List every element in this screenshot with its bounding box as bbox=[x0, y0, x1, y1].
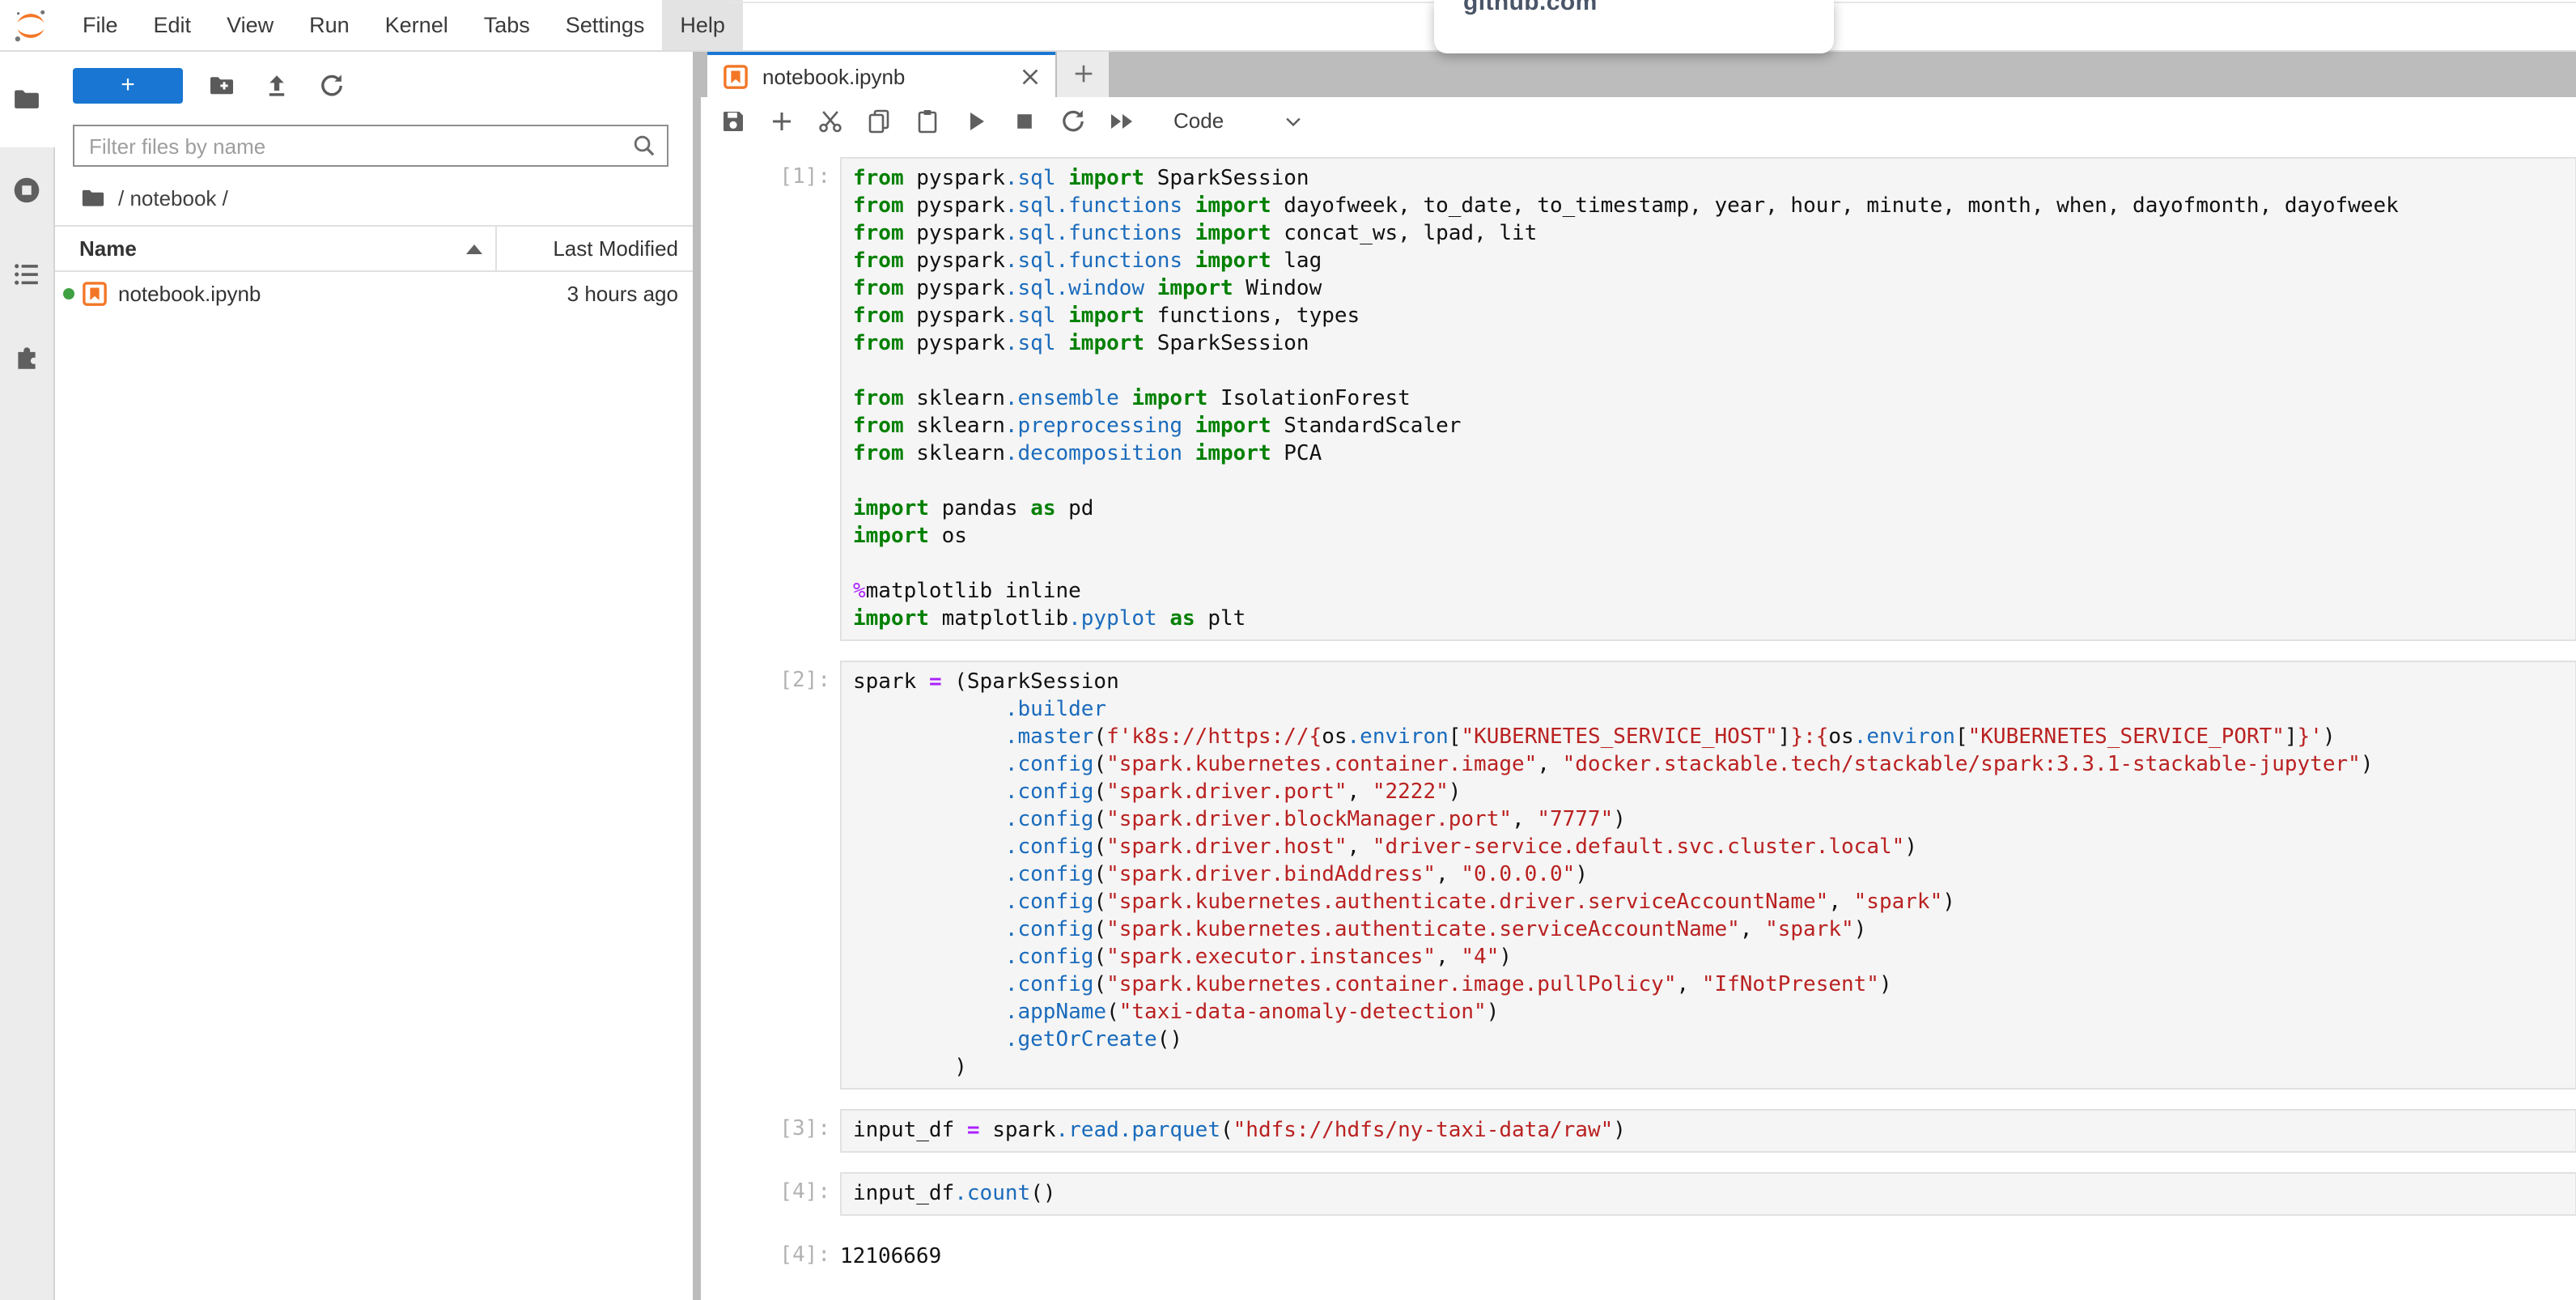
plus-icon bbox=[1071, 62, 1095, 86]
breadcrumb-path: / notebook / bbox=[118, 185, 228, 210]
search-icon bbox=[631, 133, 657, 159]
code-cell-2: [2]:spark = (SparkSession .builder .mast… bbox=[701, 661, 2576, 1090]
scissors-icon bbox=[817, 108, 843, 134]
activity-sidebar bbox=[0, 50, 55, 1300]
cell-editor[interactable]: spark = (SparkSession .builder .master(f… bbox=[840, 661, 2576, 1090]
column-header-last-modified[interactable]: Last Modified bbox=[497, 236, 693, 261]
insert-cell-button[interactable] bbox=[769, 108, 795, 134]
sidebar-tab-file-browser[interactable] bbox=[0, 50, 55, 147]
file-row-notebook[interactable]: notebook.ipynb 3 hours ago bbox=[55, 272, 693, 314]
panel-splitter[interactable] bbox=[693, 50, 701, 1300]
tab-label: notebook.ipynb bbox=[762, 64, 1018, 88]
chevron-down-icon bbox=[1282, 109, 1305, 132]
menu-item-run[interactable]: Run bbox=[291, 0, 367, 50]
menu-item-edit[interactable]: Edit bbox=[136, 0, 210, 50]
new-tab-button[interactable] bbox=[1057, 50, 1109, 97]
notebook-toolbar: Code bbox=[701, 97, 2576, 146]
paste-icon bbox=[915, 108, 940, 134]
github-popup-text: github.com bbox=[1463, 0, 1598, 16]
file-list-header: Name Last Modified bbox=[55, 225, 693, 272]
copy-cells-button[interactable] bbox=[866, 108, 892, 134]
output-area: [4]: 12106669 bbox=[701, 1235, 2576, 1271]
notebook-file-icon bbox=[83, 281, 107, 305]
menu-item-settings[interactable]: Settings bbox=[548, 0, 663, 50]
fast-forward-icon bbox=[1109, 108, 1135, 134]
folder-icon bbox=[13, 85, 40, 113]
menu-item-file[interactable]: File bbox=[65, 0, 136, 50]
jupyter-logo-icon bbox=[13, 7, 49, 43]
save-icon bbox=[720, 108, 746, 134]
cut-cells-button[interactable] bbox=[817, 108, 843, 134]
main-dock: notebook.ipynb bbox=[701, 50, 2576, 1300]
github-popup: github.com bbox=[1434, 0, 1834, 53]
extensions-puzzle-icon bbox=[13, 344, 40, 372]
jupyterlab-window: FileEditViewRunKernelTabsSettingsHelp gi… bbox=[0, 0, 2576, 1300]
code-cell-1: [1]:from pyspark.sql import SparkSession… bbox=[701, 157, 2576, 641]
file-browser-toolbar: + bbox=[55, 50, 693, 121]
upload-button[interactable] bbox=[264, 73, 290, 99]
menu-bar: FileEditViewRunKernelTabsSettingsHelp bbox=[0, 0, 2576, 52]
menu-item-view[interactable]: View bbox=[209, 0, 291, 50]
tab-close-icon[interactable] bbox=[1018, 64, 1042, 88]
file-name: notebook.ipynb bbox=[118, 281, 261, 305]
notebook-tab-icon bbox=[724, 64, 748, 88]
table-of-contents-icon bbox=[13, 260, 40, 287]
run-icon bbox=[963, 108, 989, 134]
column-header-name[interactable]: Name bbox=[55, 236, 495, 261]
restart-kernel-button[interactable] bbox=[1060, 108, 1086, 134]
sidebar-tab-extensions[interactable] bbox=[0, 316, 53, 400]
copy-icon bbox=[866, 108, 892, 134]
file-filter bbox=[73, 125, 668, 167]
sidebar-tab-table-of-contents[interactable] bbox=[0, 232, 53, 316]
restart-icon bbox=[1060, 108, 1086, 134]
new-folder-icon bbox=[209, 73, 235, 99]
plus-icon bbox=[769, 108, 795, 134]
menu-items: FileEditViewRunKernelTabsSettingsHelp bbox=[65, 0, 743, 50]
sidebar-tab-running-kernels[interactable] bbox=[0, 147, 53, 232]
file-filter-input[interactable] bbox=[73, 125, 668, 167]
cell-type-dropdown[interactable]: Code bbox=[1173, 108, 1305, 133]
input-prompt: [3]: bbox=[701, 1109, 830, 1153]
new-launcher-button[interactable]: + bbox=[73, 68, 183, 104]
tab-bar: notebook.ipynb bbox=[701, 50, 2576, 97]
refresh-button[interactable] bbox=[319, 73, 345, 99]
breadcrumb[interactable]: / notebook / bbox=[81, 173, 693, 222]
output-prompt: [4]: bbox=[701, 1235, 830, 1271]
input-prompt: [1]: bbox=[701, 157, 830, 641]
column-name-label: Name bbox=[79, 236, 137, 261]
output-text: 12106669 bbox=[840, 1235, 941, 1271]
file-modified: 3 hours ago bbox=[567, 281, 693, 305]
refresh-icon bbox=[319, 73, 345, 99]
menu-item-help[interactable]: Help bbox=[662, 0, 743, 50]
file-browser-panel: + bbox=[55, 50, 693, 1300]
restart-run-all-button[interactable] bbox=[1109, 108, 1135, 134]
home-folder-icon bbox=[81, 185, 105, 210]
menu-item-tabs[interactable]: Tabs bbox=[466, 0, 548, 50]
stop-icon bbox=[1012, 108, 1038, 134]
stop-kernel-button[interactable] bbox=[1012, 108, 1038, 134]
input-prompt: [2]: bbox=[701, 661, 830, 1090]
input-prompt: [4]: bbox=[701, 1172, 830, 1216]
notebook-cells: [1]:from pyspark.sql import SparkSession… bbox=[701, 144, 2576, 1300]
cell-type-value: Code bbox=[1173, 108, 1224, 133]
upload-icon bbox=[264, 73, 290, 99]
save-button[interactable] bbox=[720, 108, 746, 134]
kernel-running-dot bbox=[63, 287, 74, 299]
cell-editor[interactable]: from pyspark.sql import SparkSessionfrom… bbox=[840, 157, 2576, 641]
cell-editor[interactable]: input_df.count() bbox=[840, 1172, 2576, 1216]
cell-editor[interactable]: input_df = spark.read.parquet("hdfs://hd… bbox=[840, 1109, 2576, 1153]
paste-cells-button[interactable] bbox=[915, 108, 940, 134]
menu-item-kernel[interactable]: Kernel bbox=[367, 0, 466, 50]
new-folder-button[interactable] bbox=[209, 73, 235, 99]
code-cell-3: [3]:input_df = spark.read.parquet("hdfs:… bbox=[701, 1109, 2576, 1153]
tab-notebook[interactable]: notebook.ipynb bbox=[707, 50, 1055, 97]
sort-ascending-icon bbox=[466, 244, 482, 253]
code-cell-4: [4]:input_df.count() bbox=[701, 1172, 2576, 1216]
run-cell-button[interactable] bbox=[963, 108, 989, 134]
running-kernels-icon bbox=[13, 176, 40, 203]
